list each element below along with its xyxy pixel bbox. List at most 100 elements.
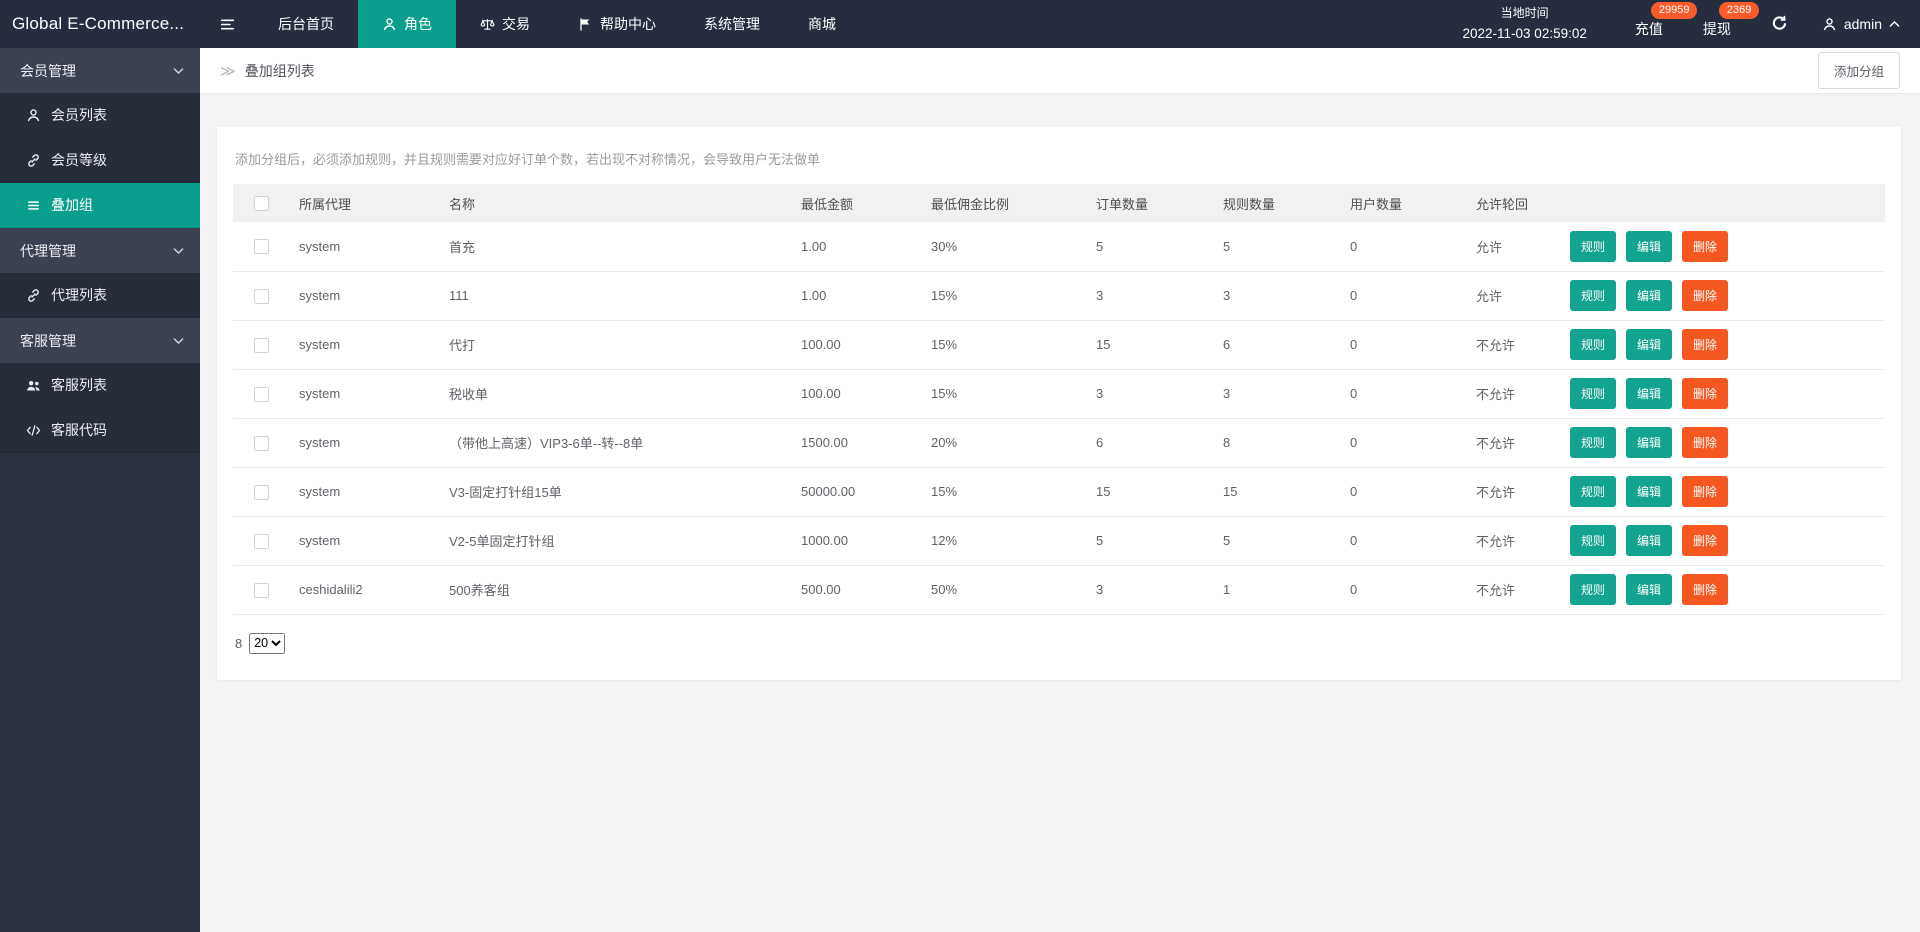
sidebar-item-label: 会员列表 (51, 107, 107, 123)
cell-rules: 5 (1213, 516, 1340, 566)
sidebar-item-label: 会员等级 (51, 152, 107, 168)
cell-agent: system (289, 467, 439, 517)
cell-users: 0 (1340, 467, 1466, 517)
cell-orders: 15 (1086, 467, 1213, 517)
table-row: system 税收单 100.00 15% 3 3 0 不允许 规则 编辑 删除 (233, 369, 1885, 419)
rule-button[interactable]: 规则 (1570, 378, 1617, 409)
delete-button[interactable]: 删除 (1682, 476, 1729, 507)
sidebar-group-agent-management[interactable]: 代理管理 (0, 228, 200, 273)
column-header: 最低佣金比例 (921, 184, 1086, 222)
row-checkbox[interactable] (253, 337, 269, 353)
select-all-checkbox[interactable] (253, 196, 269, 212)
table-row: system 首充 1.00 30% 5 5 0 允许 规则 编辑 删除 (233, 222, 1885, 272)
rule-button[interactable]: 规则 (1570, 525, 1617, 556)
pagination: 8 20 (233, 632, 1885, 654)
edit-button[interactable]: 编辑 (1626, 280, 1673, 311)
edit-button[interactable]: 编辑 (1626, 230, 1673, 262)
sidebar-group-label: 代理管理 (20, 242, 76, 259)
row-actions-cell: 规则 编辑 删除 (1566, 369, 1885, 419)
row-checkbox[interactable] (253, 533, 269, 549)
cell-name: 500养客组 (439, 565, 791, 615)
cell-agent: system (289, 369, 439, 419)
nav-trade[interactable]: 交易 (456, 0, 554, 48)
row-checkbox[interactable] (253, 582, 269, 598)
rule-button[interactable]: 规则 (1570, 230, 1617, 262)
delete-button[interactable]: 删除 (1682, 280, 1729, 311)
delete-button[interactable]: 删除 (1682, 427, 1729, 458)
edit-button[interactable]: 编辑 (1626, 427, 1673, 458)
nav-mall[interactable]: 商城 (784, 0, 860, 48)
edit-button[interactable]: 编辑 (1626, 329, 1673, 360)
delete-button[interactable]: 删除 (1682, 525, 1729, 556)
cell-cycle: 不允许 (1466, 516, 1566, 566)
sidebar-group-service-management[interactable]: 客服管理 (0, 318, 200, 363)
sidebar-group-member-management[interactable]: 会员管理 (0, 48, 200, 93)
cell-agent: system (289, 516, 439, 566)
row-checkbox[interactable] (253, 435, 269, 451)
edit-button[interactable]: 编辑 (1626, 574, 1673, 605)
cell-name: V3-固定打针组15单 (439, 467, 791, 517)
sidebar-item-label: 客服代码 (51, 422, 107, 438)
table-row: system 111 1.00 15% 3 3 0 允许 规则 编辑 删除 (233, 271, 1885, 321)
column-header: 名称 (439, 184, 791, 222)
sidebar-item-service-list[interactable]: 客服列表 (0, 363, 200, 408)
cell-min_commission: 50% (921, 565, 1086, 615)
sidebar-item-label: 代理列表 (51, 287, 107, 303)
rule-button[interactable]: 规则 (1570, 280, 1617, 311)
edit-button[interactable]: 编辑 (1626, 476, 1673, 507)
row-checkbox[interactable] (253, 484, 269, 500)
table-row: ceshidalili2 500养客组 500.00 50% 3 1 0 不允许 规则 编辑 删除 (233, 565, 1885, 615)
edit-button[interactable]: 编辑 (1626, 525, 1673, 556)
cell-name: 代打 (439, 320, 791, 370)
cell-users: 0 (1340, 418, 1466, 468)
cell-name: 111 (439, 271, 791, 321)
recharge-label: 充值 (1634, 21, 1663, 37)
refresh-icon (1771, 15, 1788, 32)
cell-rules: 3 (1213, 271, 1340, 321)
cell-name: V2-5单固定打针组 (439, 516, 791, 566)
sidebar-toggle-button[interactable] (200, 0, 254, 48)
cell-users: 0 (1340, 320, 1466, 370)
nav-roles[interactable]: 角色 (358, 0, 456, 48)
refresh-button[interactable] (1771, 15, 1788, 37)
nav-help-center[interactable]: 帮助中心 (554, 0, 680, 48)
cell-rules: 8 (1213, 418, 1340, 468)
sidebar-item-member-list[interactable]: 会员列表 (0, 93, 200, 138)
add-group-button[interactable]: 添加分组 (1817, 52, 1900, 89)
rule-button[interactable]: 规则 (1570, 427, 1617, 458)
nav-label: 帮助中心 (600, 16, 656, 32)
delete-button[interactable]: 删除 (1682, 574, 1729, 605)
rule-button[interactable]: 规则 (1570, 574, 1617, 605)
page-size-select[interactable]: 20 (249, 632, 286, 654)
edit-button[interactable]: 编辑 (1626, 378, 1673, 409)
sidebar-item-stack-group[interactable]: 叠加组 (0, 183, 200, 228)
delete-button[interactable]: 删除 (1682, 329, 1729, 360)
chevron-down-icon (173, 247, 184, 255)
delete-button[interactable]: 删除 (1682, 378, 1729, 409)
cell-min_amount: 100.00 (791, 320, 921, 370)
user-name: admin (1843, 16, 1882, 32)
row-checkbox[interactable] (253, 288, 269, 304)
column-header: 用户数量 (1340, 184, 1466, 222)
delete-button[interactable]: 删除 (1682, 230, 1729, 262)
sidebar-item-service-code[interactable]: 客服代码 (0, 408, 200, 453)
sidebar-item-member-level[interactable]: 会员等级 (0, 138, 200, 183)
nav-label: 交易 (502, 16, 530, 32)
recharge-link[interactable]: 充值 29959 (1634, 2, 1698, 39)
sidebar-item-agent-list[interactable]: 代理列表 (0, 273, 200, 318)
cell-min_amount: 1.00 (791, 271, 921, 321)
row-actions-cell: 规则 编辑 删除 (1566, 222, 1885, 272)
breadcrumb-icon: ≫ (220, 62, 236, 80)
rule-button[interactable]: 规则 (1570, 476, 1617, 507)
withdraw-link[interactable]: 提现 2369 (1703, 2, 1760, 39)
user-menu[interactable]: admin (1822, 16, 1900, 32)
local-time-value: 2022-11-03 02:59:02 (1462, 25, 1587, 41)
row-checkbox[interactable] (253, 239, 269, 255)
cell-rules: 1 (1213, 565, 1340, 615)
total-count: 8 (235, 635, 243, 651)
nav-dashboard[interactable]: 后台首页 (254, 0, 358, 48)
rule-button[interactable]: 规则 (1570, 329, 1617, 360)
nav-system[interactable]: 系统管理 (680, 0, 784, 48)
row-checkbox[interactable] (253, 386, 269, 402)
table-row: system 代打 100.00 15% 15 6 0 不允许 规则 编辑 删除 (233, 320, 1885, 370)
